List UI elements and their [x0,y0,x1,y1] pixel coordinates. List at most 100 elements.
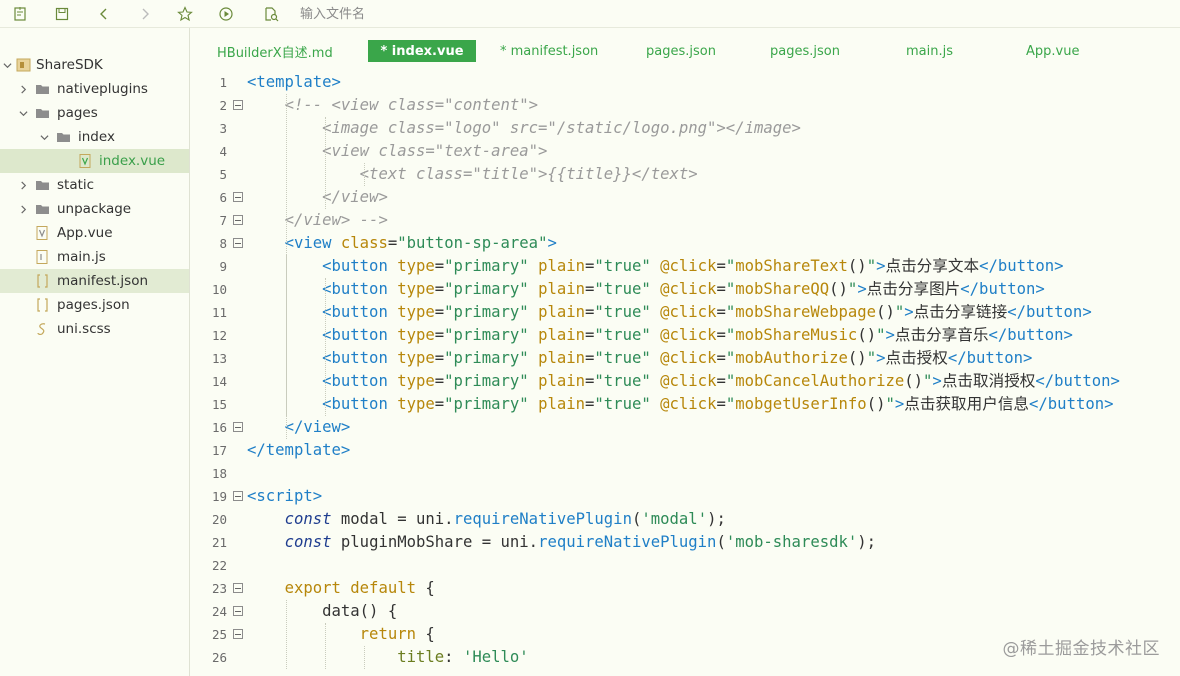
save-icon[interactable] [51,3,73,25]
code-token: () [847,257,867,275]
tab-pages-json[interactable]: pages.json [646,40,716,62]
tab-readme[interactable]: HBuilderX自述.md [217,40,333,62]
tree-item-project[interactable]: ShareSDK [0,53,189,77]
code-line[interactable]: <script> [247,485,322,508]
tree-item-index-folder[interactable]: index [0,125,189,149]
chevron-down-icon[interactable] [18,108,28,118]
tree-item-index-vue[interactable]: index.vue [0,149,189,173]
code-token: 'Hello' [462,648,529,666]
code-token: = [434,372,445,390]
code-line[interactable]: </template> [247,439,350,462]
code-editor[interactable]: 1 <template> 2 <!-- <view class="content">… [191,68,1180,676]
code-token: </button> [947,349,1033,367]
code-line[interactable]: <view class="text-area"> [247,140,547,163]
fold-toggle-icon[interactable] [233,606,243,616]
fold-toggle-icon[interactable] [233,491,243,501]
code-line[interactable]: </view> [247,416,351,439]
tab-main-js[interactable]: main.js [906,40,953,62]
chevron-down-icon[interactable] [39,132,49,142]
code-line[interactable]: const modal = uni.requireNativePlugin('m… [247,508,726,531]
code-token: = [716,303,726,321]
chevron-right-icon[interactable] [18,180,28,190]
tree-item-label: uni.scss [57,321,111,337]
code-token: </button> [988,326,1073,344]
fold-toggle-icon[interactable] [233,583,243,593]
file-search-icon[interactable] [260,3,282,25]
tree-item-unpackage[interactable]: unpackage [0,197,189,221]
code-token: <view [284,234,341,252]
back-arrow-icon[interactable] [93,3,115,25]
tab-pages-json-2[interactable]: pages.json [770,40,840,62]
forward-arrow-icon[interactable] [134,3,156,25]
tree-item-pages-json[interactable]: pages.json [0,293,189,317]
code-line[interactable]: <button type="primary" plain="true" @cli… [247,324,1073,347]
code-token: ); [707,510,726,528]
tab-index-vue[interactable]: * index.vue [368,40,476,62]
code-line[interactable]: <button type="primary" plain="true" @cli… [247,347,1032,370]
code-line[interactable]: <button type="primary" plain="true" @cli… [247,370,1120,393]
tree-item-manifest-json[interactable]: manifest.json [0,269,189,293]
run-icon[interactable] [215,3,237,25]
code-token: return [359,625,417,643]
fold-toggle-icon[interactable] [233,629,243,639]
code-token: 点击授权 [885,349,948,367]
tab-manifest-json[interactable]: * manifest.json [500,40,598,62]
code-line[interactable]: <button type="primary" plain="true" @cli… [247,393,1113,416]
fold-toggle-icon[interactable] [233,215,243,225]
code-token: 'modal' [641,510,708,528]
code-line[interactable]: data() { [247,600,397,623]
line-number: 25 [211,627,227,642]
new-file-icon[interactable] [9,3,31,25]
code-token: @click [660,395,717,413]
code-token: = [387,234,398,252]
tree-item-app-vue[interactable]: App.vue [0,221,189,245]
code-token: () [847,349,867,367]
folder-icon [35,82,50,96]
fold-toggle-icon[interactable] [233,100,243,110]
code-token: @click [660,303,717,321]
code-token: plain [538,372,586,390]
code-token: " [725,303,736,321]
code-line[interactable]: <image class="logo" src="/static/logo.pn… [247,117,801,140]
code-token: () [857,326,877,344]
code-line[interactable]: <button type="primary" plain="true" @cli… [247,278,1045,301]
fold-toggle-icon[interactable] [233,192,243,202]
code-line[interactable]: <template> [247,71,341,94]
code-line[interactable]: const pluginMobShare = uni.requireNative… [247,531,877,554]
tree-item-static[interactable]: static [0,173,189,197]
code-token: <image class="logo" src="/static/logo.pn… [322,119,801,137]
chevron-right-icon[interactable] [18,84,28,94]
code-line[interactable]: <button type="primary" plain="true" @cli… [247,301,1092,324]
star-icon[interactable] [174,3,196,25]
code-line[interactable]: title: 'Hello' [247,646,529,669]
code-token: = [434,303,445,321]
code-line[interactable]: <button type="primary" plain="true" @cli… [247,255,1063,278]
code-token: "true" [594,349,661,367]
tab-app-vue[interactable]: App.vue [1026,40,1079,62]
code-line[interactable]: <text class="title">{{title}}</text> [247,163,698,186]
chevron-right-icon[interactable] [18,204,28,214]
code-line[interactable]: <!-- <view class="content"> [247,94,538,117]
code-token: "primary" [444,257,539,275]
code-line[interactable]: return { [247,623,435,646]
fold-toggle-icon[interactable] [233,238,243,248]
fold-toggle-icon[interactable] [233,422,243,432]
code-token: = [585,280,595,298]
code-line[interactable]: </view> --> [247,209,388,232]
tree-item-pages-folder[interactable]: pages [0,101,189,125]
code-line[interactable]: </view> [247,186,388,209]
code-token: = [585,326,595,344]
line-number: 13 [211,351,227,366]
code-token: requireNativePlugin [538,533,717,551]
chevron-down-icon[interactable] [2,60,12,70]
code-line[interactable]: <view class="button-sp-area"> [247,232,557,255]
tree-item-label: main.js [57,249,106,265]
tree-item-uni-scss[interactable]: uni.scss [0,317,189,341]
tree-item-nativeplugins[interactable]: nativeplugins [0,77,189,101]
code-line[interactable]: export default { [247,577,435,600]
tree-item-label: unpackage [57,201,132,217]
code-token: </template> [247,441,351,459]
file-search-input[interactable] [300,4,700,24]
tree-item-main-js[interactable]: main.js [0,245,189,269]
